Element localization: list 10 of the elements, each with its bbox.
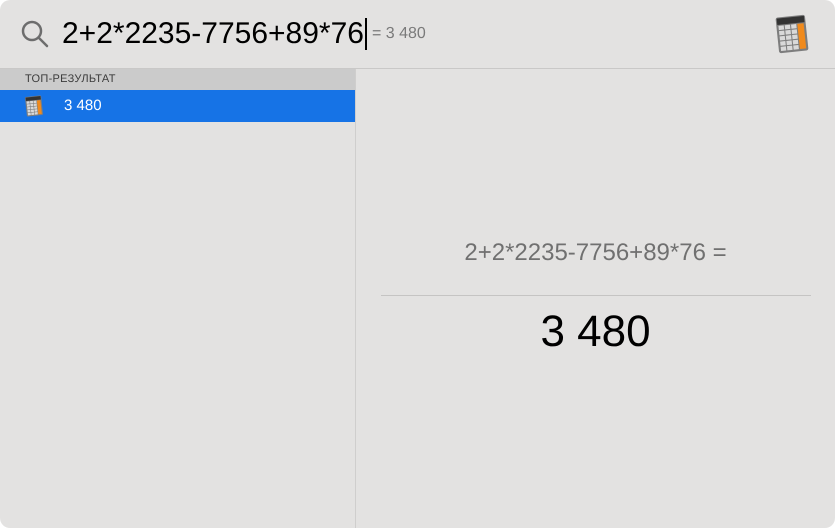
result-item[interactable]: 3 480 (0, 90, 355, 122)
inline-result: = 3 480 (372, 24, 426, 44)
text-cursor (364, 18, 367, 50)
calculator-icon (775, 14, 809, 54)
section-header: ТОП-РЕЗУЛЬТАТ (0, 69, 355, 90)
search-icon (20, 19, 50, 49)
expression-text: 2+2*2235-7756+89*76 = (464, 238, 727, 268)
result-value: 3 480 (540, 310, 651, 354)
calculator-icon (24, 95, 44, 117)
search-field[interactable]: 2+2*2235-7756+89*76 (62, 18, 367, 50)
